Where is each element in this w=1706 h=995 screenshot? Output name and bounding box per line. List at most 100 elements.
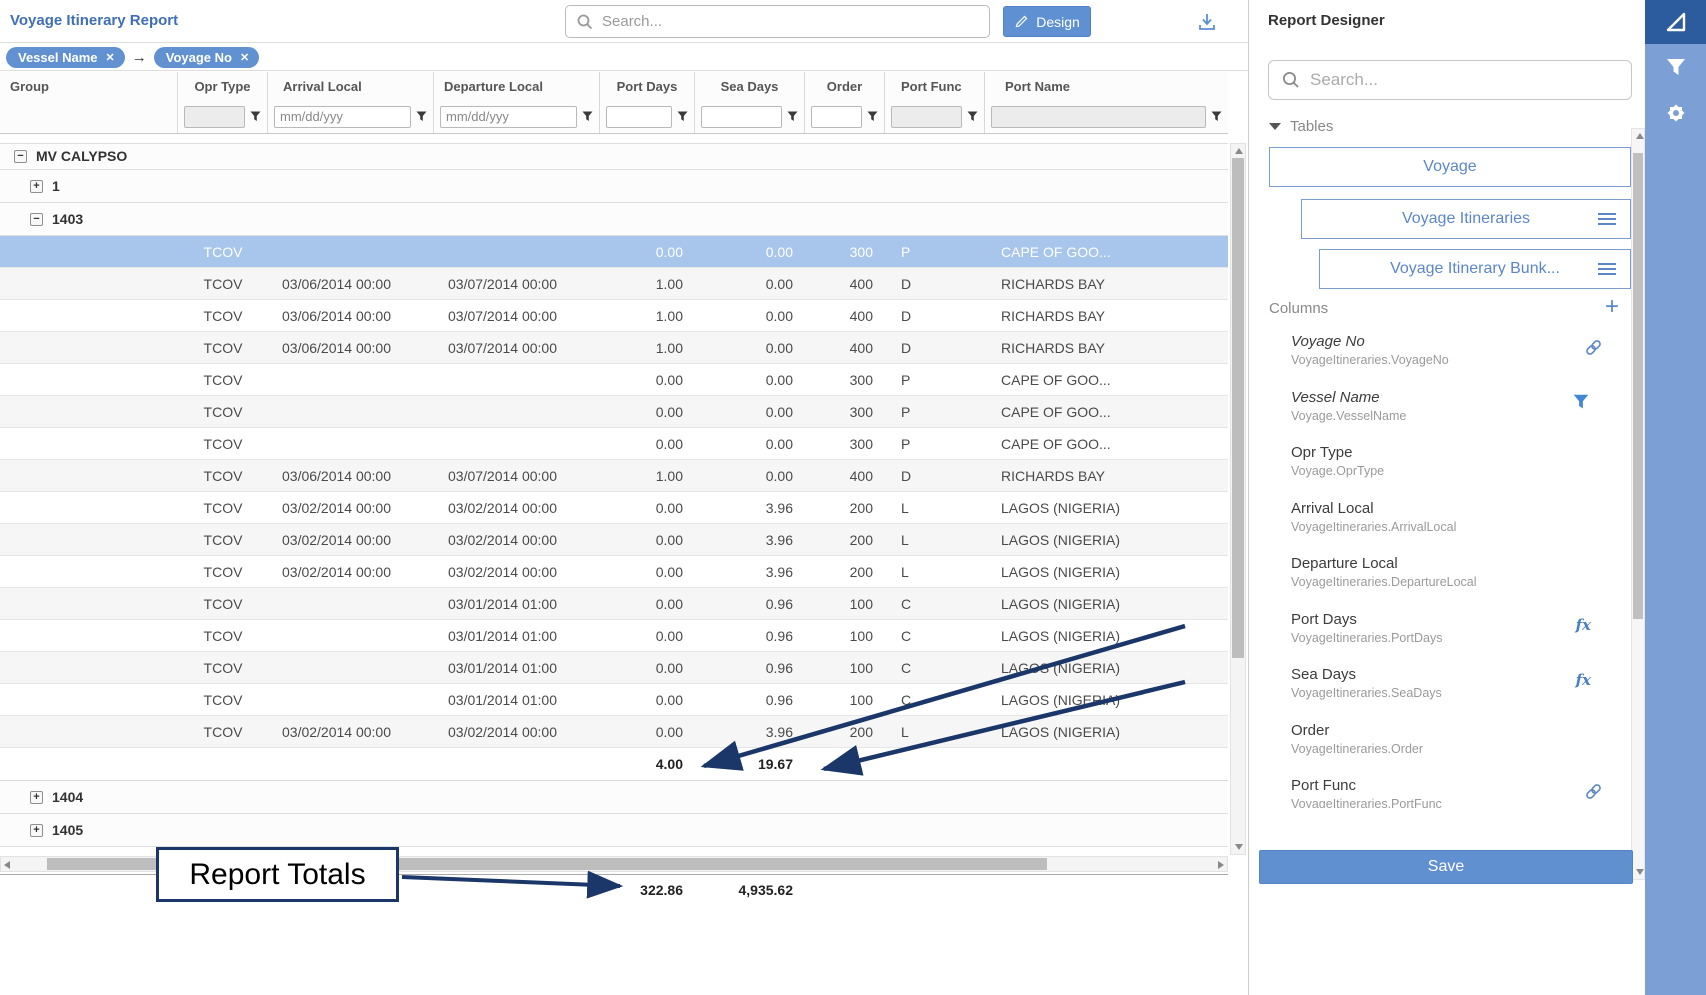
link-icon[interactable] bbox=[1584, 338, 1603, 362]
formula-icon[interactable]: fx bbox=[1576, 616, 1591, 635]
cell-group bbox=[0, 396, 178, 427]
filter-input-portdays[interactable] bbox=[606, 106, 672, 128]
table-row[interactable]: TCOV0.000.00300PCAPE OF GOO... bbox=[0, 428, 1228, 460]
table-row[interactable]: TCOV03/06/2014 00:0003/07/2014 00:001.00… bbox=[0, 268, 1228, 300]
table-row[interactable]: TCOV03/02/2014 00:0003/02/2014 00:000.00… bbox=[0, 492, 1228, 524]
designer-column-departure-local[interactable]: Departure LocalVoyageItineraries.Departu… bbox=[1249, 552, 1631, 608]
filter-funnel-icon[interactable] bbox=[867, 111, 878, 122]
group-row-1404[interactable]: +1404 bbox=[0, 781, 1228, 814]
designer-column-port-days[interactable]: Port DaysVoyageItineraries.PortDaysfx bbox=[1249, 608, 1631, 664]
total-sea-days: 4,935.62 bbox=[695, 882, 805, 898]
cell-sea-days: 0.96 bbox=[695, 588, 805, 619]
design-mode-icon[interactable] bbox=[1645, 0, 1706, 44]
table-row[interactable]: TCOV03/06/2014 00:0003/07/2014 00:001.00… bbox=[0, 460, 1228, 492]
cell-opr-type: TCOV bbox=[178, 396, 268, 427]
group-row-1[interactable]: +1 bbox=[0, 170, 1228, 203]
group-chip-vessel-name[interactable]: Vessel Name ✕ bbox=[6, 47, 125, 68]
table-row[interactable]: TCOV03/02/2014 00:0003/02/2014 00:000.00… bbox=[0, 524, 1228, 556]
filter-input-dep[interactable] bbox=[440, 106, 577, 128]
filter-icon[interactable] bbox=[1645, 55, 1706, 79]
filter-funnel-icon[interactable] bbox=[677, 111, 688, 122]
close-icon[interactable]: ✕ bbox=[106, 51, 115, 64]
grid-header: GroupOpr TypeArrival LocalDeparture Loca… bbox=[0, 72, 1228, 134]
filter-funnel-icon[interactable] bbox=[787, 111, 798, 122]
table-row[interactable]: TCOV0.000.00300PCAPE OF GOO... bbox=[0, 364, 1228, 396]
designer-search[interactable] bbox=[1268, 60, 1632, 100]
grid-vertical-scrollbar[interactable] bbox=[1230, 143, 1246, 855]
scroll-down-arrow-icon[interactable] bbox=[1235, 844, 1243, 850]
table-row[interactable]: TCOV03/01/2014 01:000.000.96100CLAGOS (N… bbox=[0, 588, 1228, 620]
tables-section-toggle[interactable]: Tables bbox=[1269, 118, 1333, 135]
expand-icon[interactable]: + bbox=[30, 180, 43, 193]
scroll-up-arrow-icon[interactable] bbox=[1235, 148, 1243, 154]
panel-title: Report Designer bbox=[1268, 12, 1385, 29]
gear-icon[interactable] bbox=[1645, 100, 1706, 126]
table-box-voyage-itinerary-bunk-[interactable]: Voyage Itinerary Bunk... bbox=[1319, 249, 1631, 289]
cell-arrival-local bbox=[268, 620, 434, 651]
group-row-1403[interactable]: −1403 bbox=[0, 203, 1228, 236]
cell-port-name: RICHARDS BAY bbox=[985, 460, 1228, 491]
close-icon[interactable]: ✕ bbox=[240, 51, 249, 64]
table-row[interactable]: TCOV0.000.00300PCAPE OF GOO... bbox=[0, 396, 1228, 428]
global-search[interactable] bbox=[565, 5, 990, 38]
designer-column-port-func[interactable]: Port FuncVoyageItineraries.PortFunc bbox=[1249, 774, 1631, 808]
table-row[interactable]: TCOV03/01/2014 01:000.000.96100CLAGOS (N… bbox=[0, 684, 1228, 716]
cell-port-func: C bbox=[885, 652, 985, 683]
filter-icon[interactable] bbox=[1573, 394, 1589, 415]
designer-column-arrival-local[interactable]: Arrival LocalVoyageItineraries.ArrivalLo… bbox=[1249, 497, 1631, 553]
table-row[interactable]: TCOV03/02/2014 00:0003/02/2014 00:000.00… bbox=[0, 556, 1228, 588]
group-chip-voyage-no[interactable]: Voyage No ✕ bbox=[154, 47, 259, 68]
scroll-down-arrow-icon[interactable] bbox=[1636, 869, 1644, 875]
global-search-input[interactable] bbox=[602, 13, 979, 30]
vertical-scroll-thumb[interactable] bbox=[1232, 158, 1244, 658]
collapse-icon[interactable]: − bbox=[14, 150, 27, 163]
group-row-mv-calypso[interactable]: −MV CALYPSO bbox=[0, 143, 1228, 170]
link-icon[interactable] bbox=[1584, 782, 1603, 806]
expand-icon[interactable]: + bbox=[30, 824, 43, 837]
scroll-up-arrow-icon[interactable] bbox=[1636, 133, 1644, 139]
designer-search-input[interactable] bbox=[1310, 70, 1619, 90]
table-box-voyage[interactable]: Voyage bbox=[1269, 147, 1631, 187]
table-row[interactable]: TCOV03/06/2014 00:0003/07/2014 00:001.00… bbox=[0, 300, 1228, 332]
cell-group bbox=[0, 236, 178, 267]
expand-icon[interactable]: + bbox=[30, 791, 43, 804]
designer-column-vessel-name[interactable]: Vessel NameVoyage.VesselName bbox=[1249, 386, 1631, 442]
scroll-left-arrow-icon[interactable] bbox=[4, 861, 10, 869]
designer-column-opr-type[interactable]: Opr TypeVoyage.OprType bbox=[1249, 441, 1631, 497]
table-row[interactable]: TCOV03/06/2014 00:0003/07/2014 00:001.00… bbox=[0, 332, 1228, 364]
design-button[interactable]: Design bbox=[1003, 6, 1091, 37]
download-icon[interactable] bbox=[1193, 8, 1221, 36]
table-row[interactable]: TCOV0.000.00300PCAPE OF GOO... bbox=[0, 236, 1228, 268]
column-header-group: Group bbox=[0, 72, 177, 100]
cell-port-days: 0.00 bbox=[600, 588, 695, 619]
scroll-right-arrow-icon[interactable] bbox=[1218, 861, 1224, 869]
formula-icon[interactable]: fx bbox=[1576, 671, 1591, 690]
panel-scrollbar[interactable] bbox=[1631, 128, 1645, 880]
menu-icon[interactable] bbox=[1598, 263, 1616, 278]
table-row[interactable]: TCOV03/02/2014 00:0003/02/2014 00:000.00… bbox=[0, 716, 1228, 748]
cell-opr-type: TCOV bbox=[178, 492, 268, 523]
filter-input-order[interactable] bbox=[811, 106, 862, 128]
filter-funnel-icon[interactable] bbox=[250, 111, 261, 122]
filter-funnel-icon[interactable] bbox=[582, 111, 593, 122]
collapse-icon[interactable]: − bbox=[30, 213, 43, 226]
group-row-label: 1405 bbox=[52, 814, 83, 847]
table-row[interactable]: TCOV03/01/2014 01:000.000.96100CLAGOS (N… bbox=[0, 652, 1228, 684]
designer-column-order[interactable]: OrderVoyageItineraries.Order bbox=[1249, 719, 1631, 775]
save-button[interactable]: Save bbox=[1259, 850, 1633, 884]
designer-column-voyage-no[interactable]: Voyage NoVoyageItineraries.VoyageNo bbox=[1249, 330, 1631, 386]
table-row[interactable]: TCOV03/01/2014 01:000.000.96100CLAGOS (N… bbox=[0, 620, 1228, 652]
menu-icon[interactable] bbox=[1598, 213, 1616, 228]
column-header-order: Order bbox=[805, 72, 884, 100]
group-row-1405[interactable]: +1405 bbox=[0, 814, 1228, 847]
filter-funnel-icon[interactable] bbox=[1211, 111, 1222, 122]
filter-input-arr[interactable] bbox=[274, 106, 411, 128]
table-box-voyage-itineraries[interactable]: Voyage Itineraries bbox=[1301, 199, 1631, 239]
filter-funnel-icon[interactable] bbox=[416, 111, 427, 122]
add-column-icon[interactable]: + bbox=[1605, 295, 1619, 319]
panel-scroll-thumb[interactable] bbox=[1633, 153, 1643, 619]
filter-funnel-icon[interactable] bbox=[967, 111, 978, 122]
cell-arrival-local bbox=[268, 588, 434, 619]
designer-column-sea-days[interactable]: Sea DaysVoyageItineraries.SeaDaysfx bbox=[1249, 663, 1631, 719]
filter-input-seadays[interactable] bbox=[701, 106, 782, 128]
